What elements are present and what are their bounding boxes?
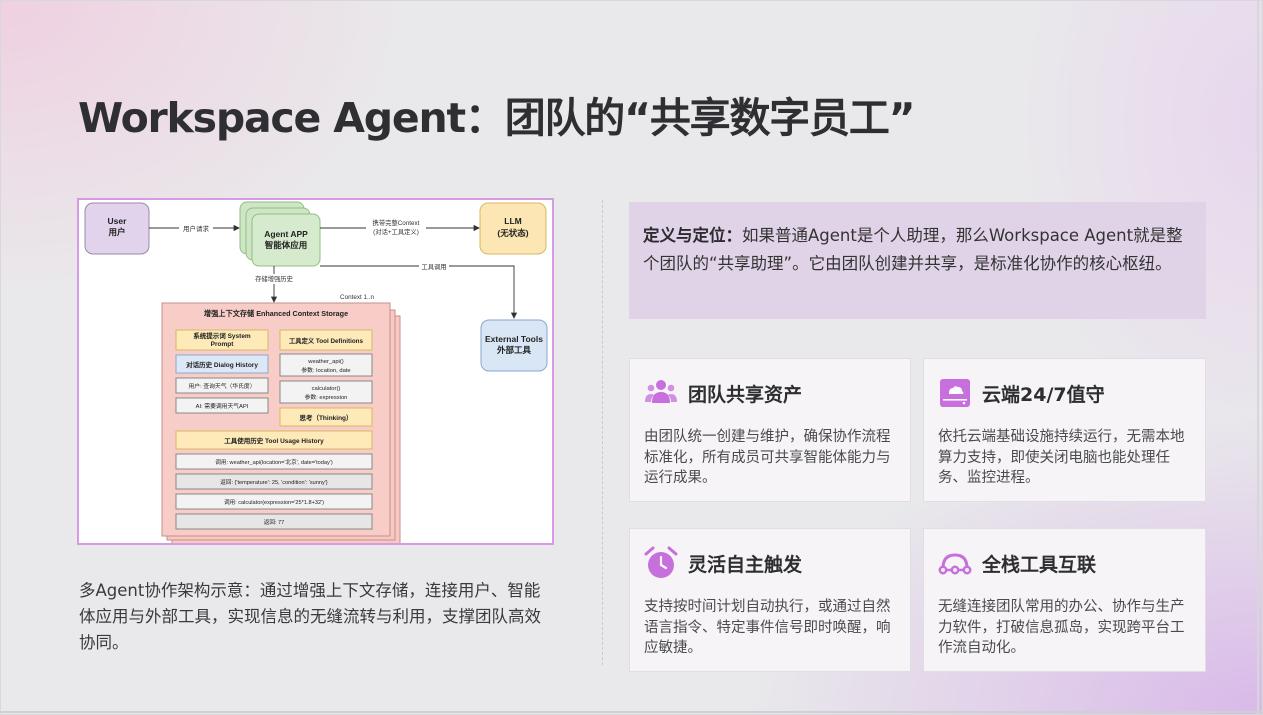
usage-row: 返回: 77 (264, 519, 285, 526)
weather-api-params: 参数: location, date (301, 366, 350, 374)
right-edge-line (1257, 0, 1259, 715)
alarm-clock-icon (644, 546, 678, 580)
card-title: 团队共享资产 (688, 383, 803, 406)
system-prompt-label-2: Prompt (211, 341, 235, 348)
card-title: 灵活自主触发 (688, 553, 803, 576)
tool-definitions-label: 工具定义 Tool Definitions (289, 336, 364, 345)
diagram-caption: 多Agent协作架构示意：通过增强上下文存储，连接用户、智能体应用与外部工具，实… (79, 581, 541, 652)
user-node: User 用户 (84, 202, 150, 255)
calculator-params: 参数: expression (305, 393, 348, 401)
card-text: 无缝连接团队常用的办公、协作与生产力软件，打破信息孤岛，实现跨平台工作流自动化。 (938, 599, 1185, 656)
architecture-diagram: User 用户 Agent APP 智能体应用 LLM (无状态) Extern… (77, 198, 554, 545)
calculator-def: calculator() (312, 386, 341, 392)
arrow-context-label-1: 携带完整Context (373, 218, 420, 227)
card-text: 支持按时间计划自动执行，或通过自然语言指令、特定事件信号即时唤醒，响应敏捷。 (644, 599, 891, 656)
thinking-label: 思考（Thinking） (299, 413, 352, 422)
card-title: 全栈工具互联 (982, 553, 1097, 576)
bottom-edge-line (0, 711, 1263, 713)
agent-app-label-cn: 智能体应用 (264, 240, 308, 250)
feature-card-trigger: 灵活自主触发 支持按时间计划自动执行，或通过自然语言指令、特定事件信号即时唤醒，… (629, 528, 911, 672)
card-text: 由团队统一创建与维护，确保协作流程标准化，所有成员可共享智能体能力与运行成果。 (644, 429, 891, 486)
dialog-history-label: 对话历史 Dialog History (186, 360, 258, 369)
link-icon (938, 546, 972, 580)
cloud-server-icon (938, 376, 972, 410)
user-label-cn: 用户 (107, 227, 125, 237)
context-count-label: Context 1..n (340, 294, 374, 301)
external-tools-label-cn: 外部工具 (496, 345, 532, 355)
arrow-tool-call-label: 工具调用 (421, 262, 446, 271)
context-storage-title: 增强上下文存储 Enhanced Context Storage (204, 309, 348, 318)
card-text: 依托云端基础设施持续运行，无需本地算力支持，即使关闭电脑也能处理任务、监控进程。 (938, 429, 1185, 486)
user-label: User (108, 216, 128, 226)
llm-label-cn: (无状态) (497, 228, 528, 238)
dialog-user-message: 用户: 查询天气（华氏度） (189, 382, 256, 390)
feature-card-team-assets: 团队共享资产 由团队统一创建与维护，确保协作流程标准化，所有成员可共享智能体能力… (629, 358, 911, 502)
weather-api-def: weather_api() (307, 359, 344, 365)
feature-card-tools: 全栈工具互联 无缝连接团队常用的办公、协作与生产力软件，打破信息孤岛，实现跨平台… (923, 528, 1206, 672)
llm-label: LLM (504, 216, 521, 226)
page-title: Workspace Agent：团队的“共享数字员工” (78, 94, 916, 142)
tool-usage-history-label: 工具使用历史 Tool Usage History (224, 436, 324, 445)
agent-app-node: Agent APP 智能体应用 (239, 201, 321, 267)
definition-box: 定义与定位：如果普通Agent是个人助理，那么Workspace Agent就是… (629, 202, 1206, 319)
system-prompt-label: 系统提示词 System (193, 331, 251, 340)
feature-card-cloud: 云端24/7值守 依托云端基础设施持续运行，无需本地算力支持，即使关闭电脑也能处… (923, 358, 1206, 502)
context-storage-box: 增强上下文存储 Enhanced Context Storage 系统提示词 S… (161, 302, 401, 543)
dialog-ai-message: AI: 需要调用天气API (196, 402, 249, 410)
usage-row: 调用: weather_api(location='北京', date='tod… (215, 458, 333, 466)
external-tools-node: External Tools 外部工具 (480, 319, 548, 372)
card-title: 云端24/7值守 (982, 383, 1105, 406)
arrow-store-history-label: 存储增强历史 (255, 274, 293, 283)
agent-app-label: Agent APP (264, 229, 308, 239)
team-icon (644, 376, 678, 410)
arrow-user-request-label: 用户请求 (183, 224, 210, 233)
column-divider (602, 200, 603, 665)
definition-label: 定义与定位： (643, 226, 742, 245)
arrow-context-label-2: (对话+工具定义) (373, 227, 419, 236)
external-tools-label: External Tools (485, 334, 543, 344)
llm-node: LLM (无状态) (479, 202, 547, 255)
usage-row: 调用: calculator(expression='25*1.8+32') (224, 498, 324, 506)
usage-row: 返回: {'temperature': 25, 'condition': 'su… (220, 479, 328, 486)
